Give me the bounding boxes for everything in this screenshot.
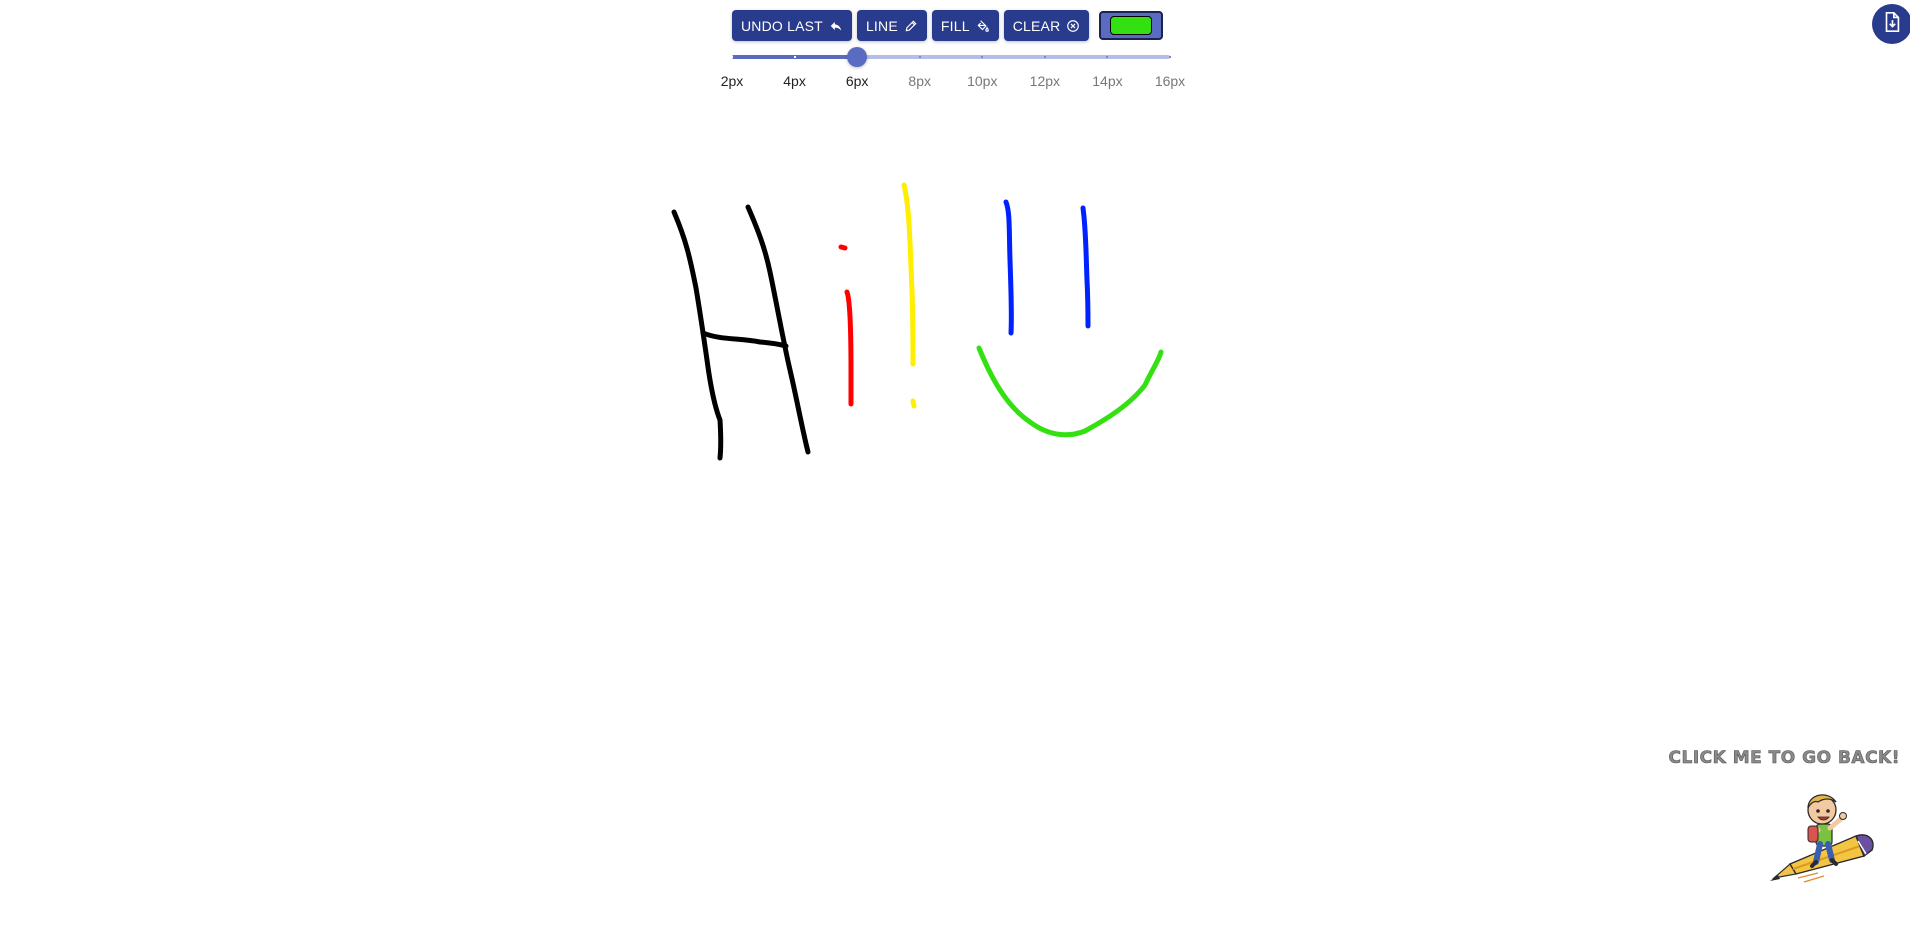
slider-thumb[interactable] — [847, 47, 868, 67]
slider-mark — [731, 56, 733, 58]
pencil-rider-mascot-image[interactable] — [1768, 786, 1880, 886]
download-file-icon — [1881, 11, 1903, 38]
paint-app: UNDO LAST LINE FILL CLEAR 2px 4px 6px 8p… — [0, 0, 1910, 945]
slider-mark — [1106, 56, 1109, 58]
slider-mark — [793, 56, 796, 58]
color-picker-button[interactable] — [1099, 11, 1164, 40]
pencil-icon — [904, 19, 918, 33]
clear-button[interactable]: CLEAR — [1003, 10, 1090, 41]
undo-icon — [829, 19, 843, 33]
brush-size-label[interactable]: 6px — [846, 73, 869, 89]
fill-button[interactable]: FILL — [931, 10, 999, 41]
brush-size-label[interactable]: 2px — [721, 73, 744, 89]
brush-size-label[interactable]: 10px — [967, 73, 997, 89]
brush-size-slider[interactable] — [731, 46, 1171, 68]
stroke-exclamation-dot — [910, 398, 917, 409]
back-link-label[interactable]: CLICK ME TO GO BACK! — [1668, 748, 1900, 769]
stroke-right-eye — [1080, 205, 1091, 329]
stroke-left-eye — [1003, 199, 1014, 336]
download-button[interactable] — [1872, 4, 1910, 44]
slider-mark — [1043, 56, 1046, 58]
fill-label: FILL — [940, 17, 970, 34]
slider-mark — [918, 56, 921, 58]
stroke-smile — [976, 345, 1164, 438]
toolbar: UNDO LAST LINE FILL CLEAR — [732, 10, 1164, 41]
brush-size-label[interactable]: 12px — [1030, 73, 1060, 89]
stroke-i-dot — [838, 244, 848, 251]
stroke-i-stem — [844, 289, 854, 407]
line-button[interactable]: LINE — [856, 10, 927, 41]
undo-label: UNDO LAST — [741, 17, 823, 34]
slider-mark — [1169, 56, 1171, 58]
slider-mark — [981, 56, 984, 58]
brush-size-label[interactable]: 14px — [1092, 73, 1122, 89]
stroke-h-bar — [700, 330, 789, 349]
brush-size-label[interactable]: 8px — [908, 73, 931, 89]
brush-size-label[interactable]: 4px — [783, 73, 806, 89]
stroke-h-right — [745, 204, 811, 455]
line-label: LINE — [865, 17, 898, 34]
close-circle-icon — [1066, 19, 1080, 33]
current-color-swatch — [1110, 16, 1153, 35]
brush-size-label[interactable]: 16px — [1155, 73, 1185, 89]
stroke-exclamation-stem — [901, 182, 916, 367]
drawing-canvas[interactable] — [0, 90, 1910, 945]
clear-label: CLEAR — [1012, 17, 1061, 34]
paint-bucket-icon — [976, 19, 990, 33]
undo-last-button[interactable]: UNDO LAST — [732, 10, 852, 41]
